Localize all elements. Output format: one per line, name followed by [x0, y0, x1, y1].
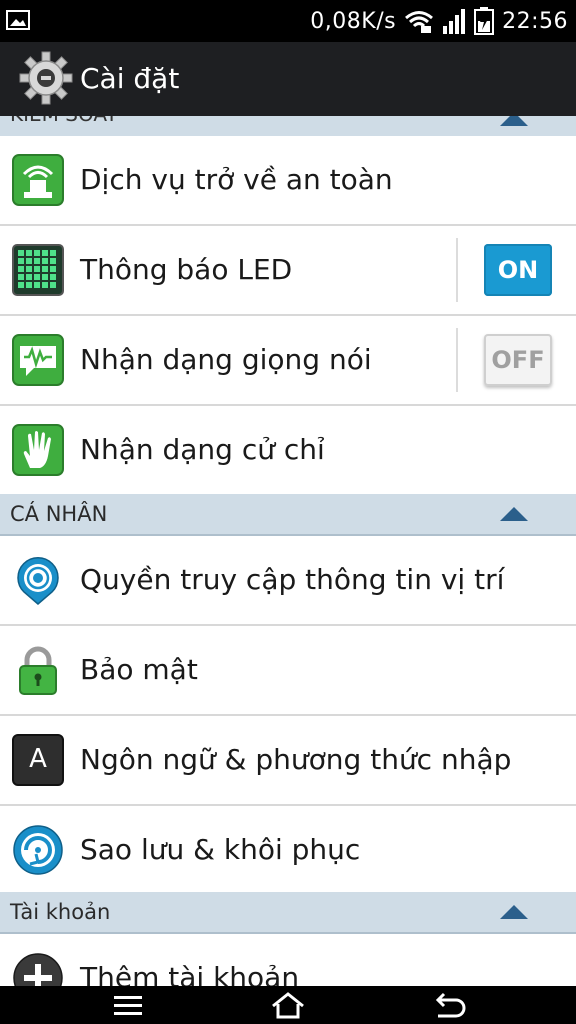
battery-charging-icon: [474, 7, 495, 35]
wifi-icon: [405, 11, 434, 33]
clock: 22:56: [502, 8, 568, 34]
back-icon[interactable]: [428, 990, 468, 1020]
settings-list[interactable]: KIỂM SOÁT Dịch vụ trở về an toàn Thông b…: [0, 116, 576, 986]
padlock-icon: [19, 646, 57, 695]
divider: [456, 328, 458, 392]
gallery-notification-icon: [6, 10, 30, 30]
section-label: Tài khoản: [10, 900, 111, 924]
settings-item-backup-restore[interactable]: Sao lưu & khôi phục: [0, 806, 576, 896]
collapse-arrow-icon[interactable]: [500, 116, 528, 126]
keyboard-key-icon: A: [12, 734, 64, 786]
section-header-personal: CÁ NHÂN: [0, 494, 576, 536]
home-icon[interactable]: [268, 990, 308, 1020]
navigation-bar: [0, 986, 576, 1024]
settings-item-gesture-recognition[interactable]: Nhận dạng cử chỉ: [0, 406, 576, 496]
settings-item-notification-led[interactable]: Thông báo LED ON: [0, 226, 576, 316]
led-grid-icon: [12, 244, 64, 296]
settings-item-add-account[interactable]: Thêm tài khoản: [0, 934, 576, 986]
led-toggle-switch[interactable]: ON: [484, 244, 552, 296]
action-bar: Cài đặt: [0, 42, 576, 116]
network-speed: 0,08K/s: [310, 8, 397, 34]
settings-item-label: Dịch vụ trở về an toàn: [80, 163, 393, 196]
page-title: Cài đặt: [80, 62, 180, 95]
voice-toggle-switch[interactable]: OFF: [484, 334, 552, 386]
status-bar: 0,08K/s 22:56: [0, 0, 576, 42]
settings-item-language-input[interactable]: A Ngôn ngữ & phương thức nhập: [0, 716, 576, 806]
section-header-accounts: Tài khoản: [0, 892, 576, 934]
status-right: 0,08K/s 22:56: [310, 0, 568, 42]
settings-item-label: Thông báo LED: [80, 253, 293, 286]
menu-icon[interactable]: [108, 990, 148, 1020]
settings-item-voice-recognition[interactable]: Nhận dạng giọng nói OFF: [0, 316, 576, 406]
section-header-control: KIỂM SOÁT: [0, 116, 576, 138]
key-letter: A: [29, 744, 47, 774]
settings-item-label: Nhận dạng cử chỉ: [80, 433, 325, 466]
location-target-icon: [17, 556, 59, 605]
settings-item-label: Thêm tài khoản: [80, 961, 300, 986]
section-label: KIỂM SOÁT: [10, 116, 118, 126]
settings-gear-icon[interactable]: [18, 50, 74, 106]
collapse-arrow-icon[interactable]: [500, 507, 528, 521]
settings-item-security[interactable]: Bảo mật: [0, 626, 576, 716]
signal-icon: [443, 9, 466, 34]
backup-restore-icon: [13, 825, 63, 875]
collapse-arrow-icon[interactable]: [500, 905, 528, 919]
add-plus-icon: [13, 953, 63, 986]
settings-item-label: Ngôn ngữ & phương thức nhập: [80, 743, 512, 776]
settings-item-location-access[interactable]: Quyền truy cập thông tin vị trí: [0, 536, 576, 626]
settings-item-label: Bảo mật: [80, 653, 198, 686]
settings-item-label: Nhận dạng giọng nói: [80, 343, 372, 376]
divider: [456, 238, 458, 302]
settings-item-label: Sao lưu & khôi phục: [80, 833, 361, 866]
section-label: CÁ NHÂN: [10, 502, 108, 526]
hand-gesture-icon: [12, 424, 64, 476]
settings-item-label: Quyền truy cập thông tin vị trí: [80, 563, 505, 596]
safety-alarm-icon: [12, 154, 64, 206]
settings-item-safety-care[interactable]: Dịch vụ trở về an toàn: [0, 136, 576, 226]
voice-wave-icon: [12, 334, 64, 386]
